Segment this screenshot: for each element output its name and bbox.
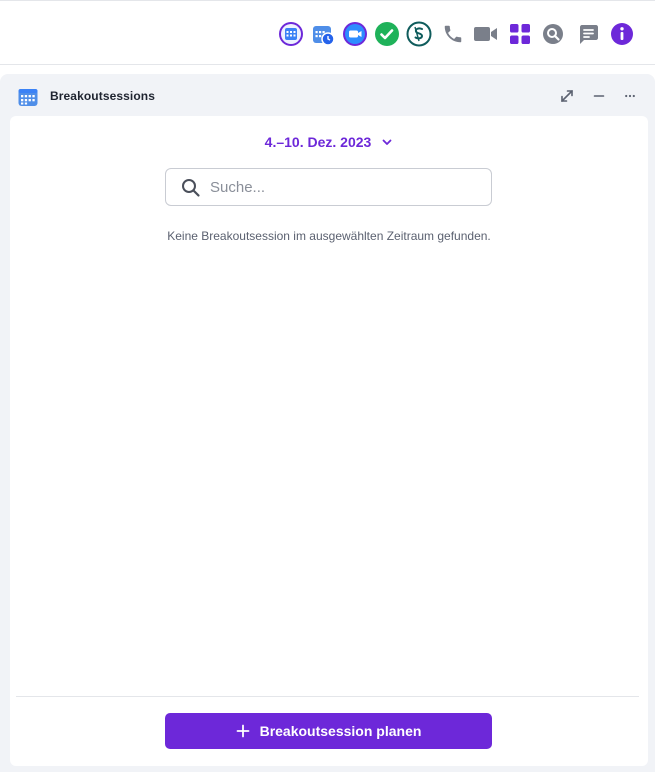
tasks-check-app-icon[interactable] bbox=[374, 21, 400, 47]
empty-state-message: Keine Breakoutsession im ausgewählten Ze… bbox=[167, 229, 491, 243]
date-range-picker[interactable]: 4.–10. Dez. 2023 bbox=[10, 134, 648, 150]
video-camera-icon[interactable] bbox=[473, 21, 499, 47]
panel-content: 4.–10. Dez. 2023 Keine Breakoutsession i… bbox=[10, 116, 648, 766]
video-meeting-app-icon[interactable] bbox=[342, 21, 368, 47]
chevron-down-icon bbox=[381, 136, 393, 148]
breakout-sessions-panel: Breakoutsessions 4.–10. Dez. 2023 Keine … bbox=[0, 74, 655, 772]
plan-breakout-session-button[interactable]: Breakoutsession planen bbox=[165, 713, 492, 749]
calendar-app-icon[interactable] bbox=[278, 21, 304, 47]
chat-icon[interactable] bbox=[575, 21, 601, 47]
phone-icon[interactable] bbox=[440, 21, 466, 47]
date-range-label: 4.–10. Dez. 2023 bbox=[264, 134, 372, 150]
panel-header: Breakoutsessions bbox=[0, 74, 655, 116]
schedule-app-icon[interactable] bbox=[310, 21, 336, 47]
minimize-icon[interactable] bbox=[590, 87, 608, 105]
top-toolbar bbox=[0, 0, 655, 65]
magnifier-icon bbox=[182, 179, 200, 197]
calendar-icon bbox=[17, 86, 39, 108]
info-icon[interactable] bbox=[609, 21, 635, 47]
panel-title: Breakoutsessions bbox=[50, 89, 155, 103]
plus-icon bbox=[236, 724, 250, 738]
search-box[interactable] bbox=[165, 168, 492, 206]
plan-breakout-session-label: Breakoutsession planen bbox=[259, 723, 422, 739]
footer-divider bbox=[16, 696, 639, 697]
more-options-icon[interactable] bbox=[621, 87, 639, 105]
search-icon[interactable] bbox=[540, 21, 566, 47]
apps-grid-icon[interactable] bbox=[507, 21, 533, 47]
expand-icon[interactable] bbox=[558, 87, 576, 105]
search-input[interactable] bbox=[210, 175, 480, 199]
sketch-app-icon[interactable] bbox=[406, 21, 432, 47]
